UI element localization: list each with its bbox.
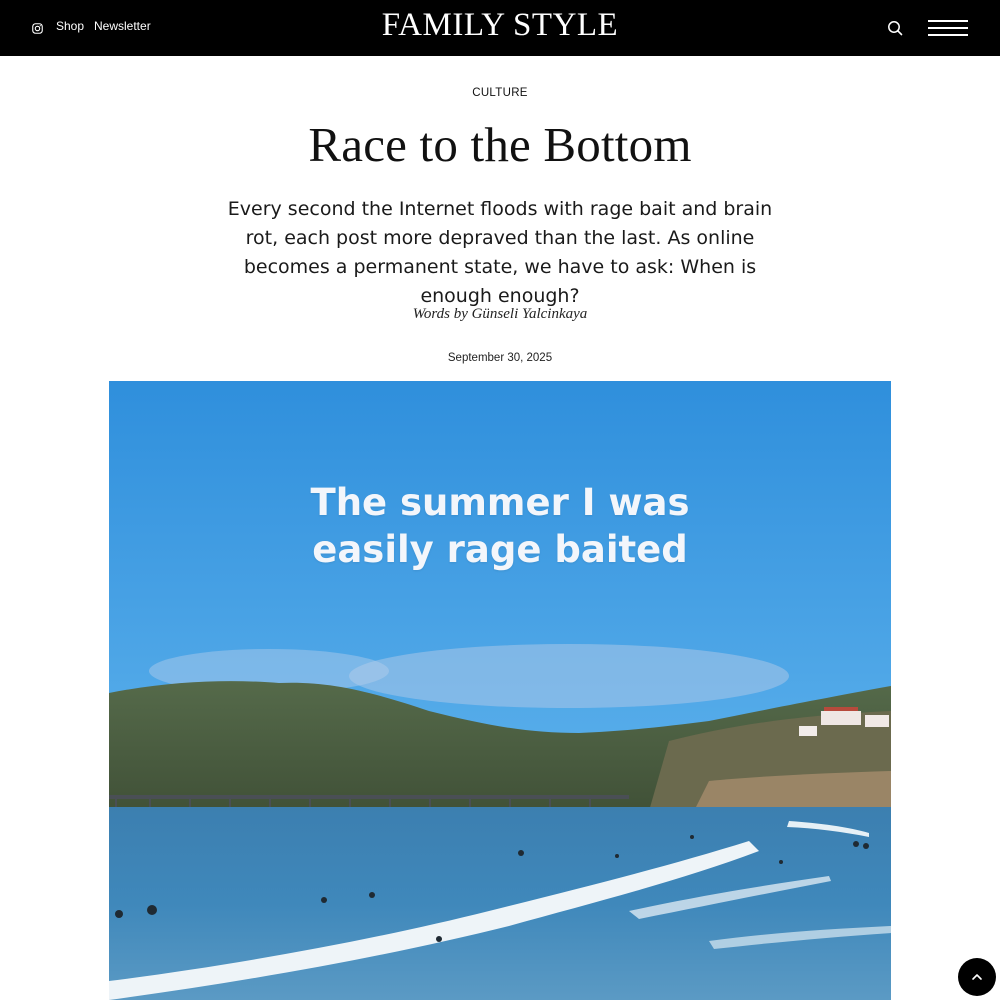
site-logo[interactable]: FAMILY STYLE xyxy=(0,7,1000,44)
hamburger-menu-icon[interactable] xyxy=(927,18,969,38)
article-date: September 30, 2025 xyxy=(447,352,553,364)
hero-caption: The summer I was easily rage baited xyxy=(109,479,891,573)
hero-caption-line-1: The summer I was xyxy=(310,481,690,524)
site-header: Shop Newsletter FAMILY STYLE xyxy=(0,0,1000,56)
article-category[interactable]: CULTURE xyxy=(0,87,1000,99)
chevron-up-icon xyxy=(972,974,982,980)
hero-image: The summer I was easily rage baited xyxy=(109,381,891,1000)
hero-caption-line-2: easily rage baited xyxy=(312,528,688,571)
beach-scene-illustration xyxy=(109,381,891,1000)
back-to-top-button[interactable] xyxy=(958,958,996,996)
article-byline: Words by Günseli Yalcinkaya xyxy=(412,306,588,322)
article-dek: Every second the Internet floods with ra… xyxy=(227,198,773,307)
article-title: Race to the Bottom xyxy=(308,117,692,172)
search-icon[interactable] xyxy=(886,19,904,37)
